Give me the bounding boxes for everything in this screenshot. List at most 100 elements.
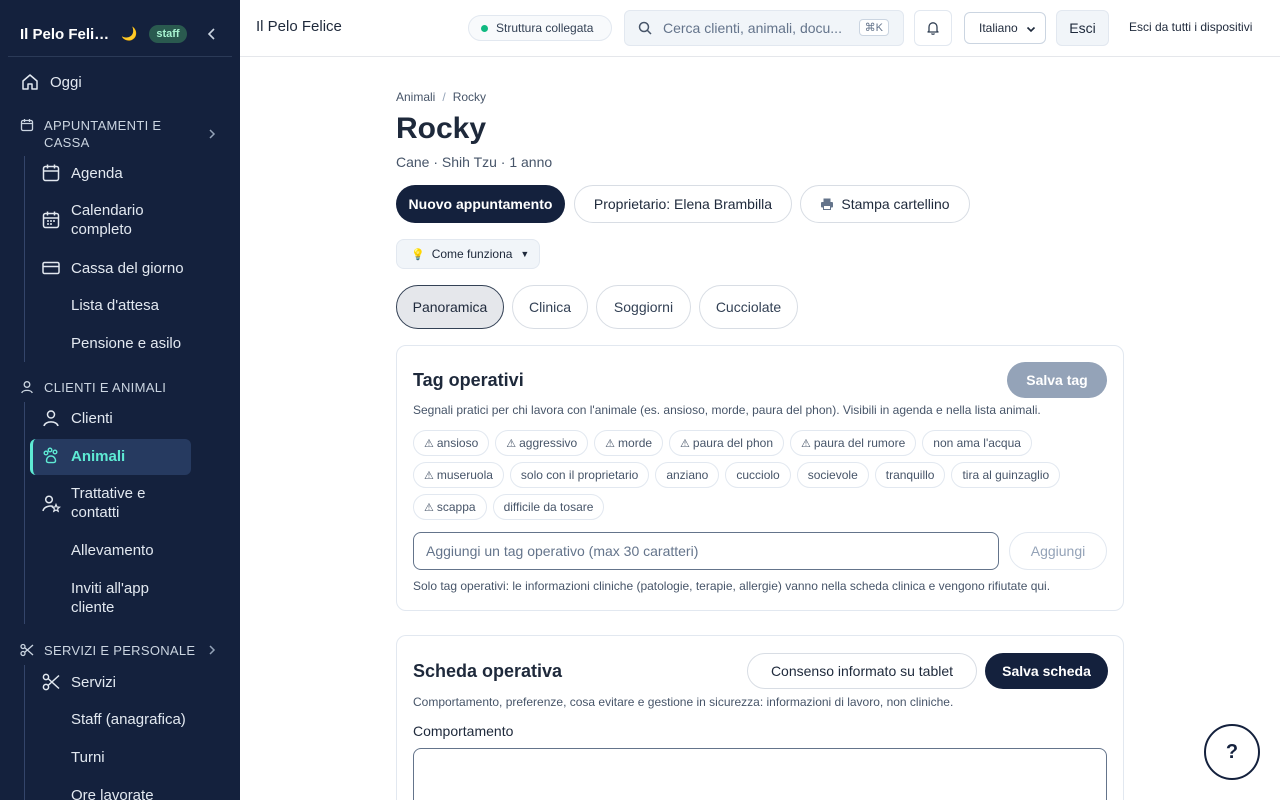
tree-line [24,665,25,800]
tag-label: tranquillo [885,468,935,482]
sidebar-item-servizi[interactable]: Servizi [41,672,116,692]
tag-chip[interactable]: tira al guinzaglio [951,462,1061,488]
tab-soggiorni[interactable]: Soggiorni [596,285,691,329]
sidebar-item-label: Calendario completo [71,202,144,238]
sidebar-item-label: Allevamento [71,542,154,559]
tag-label: non ama l'acqua [933,436,1021,450]
notifications-button[interactable] [914,10,952,46]
card-title: Tag operativi [413,370,524,390]
sidebar-item-label: Animali [71,447,126,465]
card-description: Comportamento, preferenze, cosa evitare … [413,695,954,709]
tag-chip[interactable]: tranquillo [874,462,946,488]
section-title-label: CLIENTI E ANIMALI [44,380,167,395]
staff-badge: staff [149,25,187,43]
warning-icon: ⚠ [680,437,690,450]
exit-all-devices-link[interactable]: Esci da tutti i dispositivi [1129,20,1252,34]
sidebar-item-label: Ore lavorate [71,787,154,800]
sidebar-item-calendario[interactable]: Calendario completo [41,201,161,239]
tablet-consent-button[interactable]: Consenso informato su tablet [747,653,977,689]
sidebar-item-lista-attesa[interactable]: Lista d'attesa [71,296,159,315]
search-input[interactable]: Cerca clienti, animali, docu... ⌘K [624,10,904,46]
lightbulb-icon: 💡 [411,248,425,261]
section-clienti[interactable]: CLIENTI E ANIMALI [20,379,204,396]
collapse-sidebar-button[interactable] [204,26,220,42]
sidebar-item-allevamento[interactable]: Allevamento [71,541,154,560]
page-subtitle: Cane · Shih Tzu · 1 anno [396,154,553,170]
sidebar-item-trattative[interactable]: Trattative e contatti [41,484,161,522]
sidebar-item-staff[interactable]: Staff (anagrafica) [71,710,186,729]
user-icon [41,408,61,428]
sidebar-item-inviti[interactable]: Inviti all'app cliente [71,579,171,617]
tag-input[interactable]: Aggiungi un tag operativo (max 30 caratt… [413,532,999,570]
sidebar-item-ore-lavorate[interactable]: Ore lavorate [71,786,154,800]
print-tag-button[interactable]: Stampa cartellino [800,185,970,223]
tag-chip[interactable]: ⚠ scappa [413,494,487,520]
connection-label: Struttura collegata [496,21,594,35]
sidebar-item-pensione[interactable]: Pensione e asilo [71,334,181,353]
tag-chip[interactable]: ⚠ paura del phon [669,430,784,456]
section-servizi[interactable]: SERVIZI E PERSONALE [20,642,204,659]
tag-label: aggressivo [519,436,578,450]
sidebar-item-agenda[interactable]: Agenda [41,163,123,183]
tab-panoramica[interactable]: Panoramica [396,285,504,329]
new-appointment-button[interactable]: Nuovo appuntamento [396,185,565,223]
operative-sheet-card: Scheda operativa Consenso informato su t… [396,635,1124,800]
calendar-icon [41,163,61,183]
tag-chip[interactable]: socievole [796,462,869,488]
owner-button[interactable]: Proprietario: Elena Brambilla [574,185,792,223]
tag-chip[interactable]: anziano [655,462,720,488]
chevron-right-icon[interactable] [206,128,218,140]
save-sheet-button[interactable]: Salva scheda [985,653,1108,689]
tag-chip[interactable]: solo con il proprietario [509,462,650,488]
tag-chip[interactable]: ⚠ paura del rumore [790,430,917,456]
tag-label: paura del phon [692,436,773,450]
brand-name[interactable]: Il Pelo Feli… [20,26,109,43]
tag-chip[interactable]: ⚠ morde [594,430,664,456]
search-shortcut: ⌘K [858,19,889,36]
warning-icon: ⚠ [424,501,434,514]
warning-icon: ⚠ [424,469,434,482]
tag-label: cucciolo [736,468,780,482]
scissors-icon [41,672,61,692]
sidebar-item-cassa[interactable]: Cassa del giorno [41,258,184,278]
section-appuntamenti[interactable]: APPUNTAMENTI E CASSA [20,117,174,151]
sidebar-item-oggi[interactable]: Oggi [20,72,82,92]
bell-icon [927,22,939,35]
breadcrumb-link-animali[interactable]: Animali [396,90,435,104]
chevron-right-icon[interactable] [206,644,218,656]
connection-status: Struttura collegata [468,15,612,41]
exit-button[interactable]: Esci [1056,10,1109,46]
tag-chip[interactable]: ⚠ aggressivo [495,430,589,456]
tag-chip[interactable]: non ama l'acqua [922,430,1032,456]
sidebar-item-animali[interactable]: Animali [41,446,125,466]
tag-chip[interactable]: cucciolo [725,462,791,488]
sidebar-item-label: Turni [71,749,105,766]
sidebar-item-label: Inviti all'app cliente [71,580,149,616]
tab-clinica[interactable]: Clinica [512,285,588,329]
sidebar-item-label: Staff (anagrafica) [71,711,186,728]
how-it-works-toggle[interactable]: 💡 Come funziona ▼ [396,239,540,269]
tag-chip[interactable]: ⚠ museruola [413,462,504,488]
sidebar-item-label: Clienti [71,409,113,427]
chevron-left-icon [207,28,215,40]
breadcrumb-current: Rocky [452,90,487,104]
credit-card-icon [41,258,61,278]
section-title-label: APPUNTAMENTI E CASSA [44,118,162,150]
tag-chip[interactable]: ⚠ ansioso [413,430,490,456]
tag-chip[interactable]: difficile da tosare [492,494,605,520]
moon-icon: 🌙 [121,26,138,41]
sidebar-item-label: Lista d'attesa [71,297,159,314]
help-button[interactable]: ? [1204,724,1260,780]
language-select[interactable]: Italiano [964,12,1046,44]
tag-label: museruola [436,468,493,482]
tab-cucciolate[interactable]: Cucciolate [699,285,798,329]
sidebar-item-turni[interactable]: Turni [71,748,105,767]
caret-down-icon: ▼ [520,249,530,259]
home-icon [20,72,40,92]
save-tags-button[interactable]: Salva tag [1007,362,1107,398]
add-tag-button[interactable]: Aggiungi [1009,532,1107,570]
sidebar-item-clienti[interactable]: Clienti [41,408,113,428]
behavior-textarea[interactable] [413,748,1107,800]
sidebar-item-label: Pensione e asilo [71,335,182,352]
tree-line [24,402,25,624]
